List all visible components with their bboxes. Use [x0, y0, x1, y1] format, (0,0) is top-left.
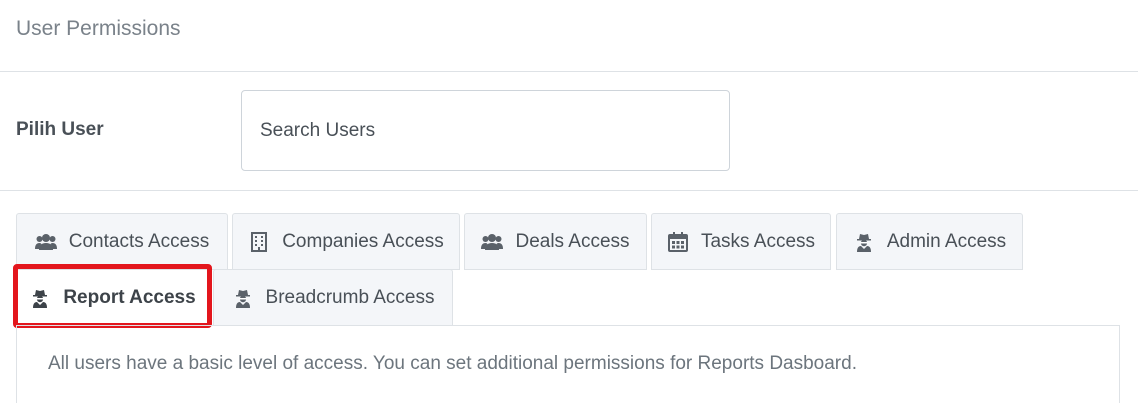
tab-label: Report Access	[63, 286, 196, 308]
tab-tasks-access[interactable]: Tasks Access	[651, 213, 831, 270]
tab-breadcrumb-access[interactable]: Breadcrumb Access	[213, 269, 453, 326]
tab-label: Tasks Access	[700, 230, 816, 252]
tab-label: Breadcrumb Access	[265, 286, 435, 308]
tab-deals-access[interactable]: Deals Access	[464, 213, 647, 270]
tab-label: Deals Access	[515, 230, 630, 252]
user-select-label: Pilih User	[16, 119, 104, 140]
user-secret-icon	[232, 287, 254, 309]
tab-label: Admin Access	[886, 230, 1007, 252]
search-users-input[interactable]	[241, 90, 730, 171]
building-icon	[248, 231, 270, 253]
user-secret-icon	[29, 287, 51, 309]
page-title: User Permissions	[0, 0, 1138, 72]
tab-content: All users have a basic level of access. …	[16, 325, 1120, 403]
tab-contacts-access[interactable]: Contacts Access	[16, 213, 228, 270]
tab-companies-access[interactable]: Companies Access	[232, 213, 460, 270]
tab-content-text: All users have a basic level of access. …	[48, 353, 857, 374]
tab-label: Contacts Access	[68, 230, 210, 252]
user-select-row: Pilih User	[0, 72, 1138, 191]
calendar-icon	[667, 231, 689, 253]
tab-admin-access[interactable]: Admin Access	[836, 213, 1023, 270]
user-secret-icon	[853, 231, 875, 253]
tab-report-access[interactable]: Report Access	[16, 269, 209, 326]
users-icon	[34, 231, 57, 253]
tab-label: Companies Access	[282, 230, 444, 252]
users-icon	[481, 231, 504, 253]
